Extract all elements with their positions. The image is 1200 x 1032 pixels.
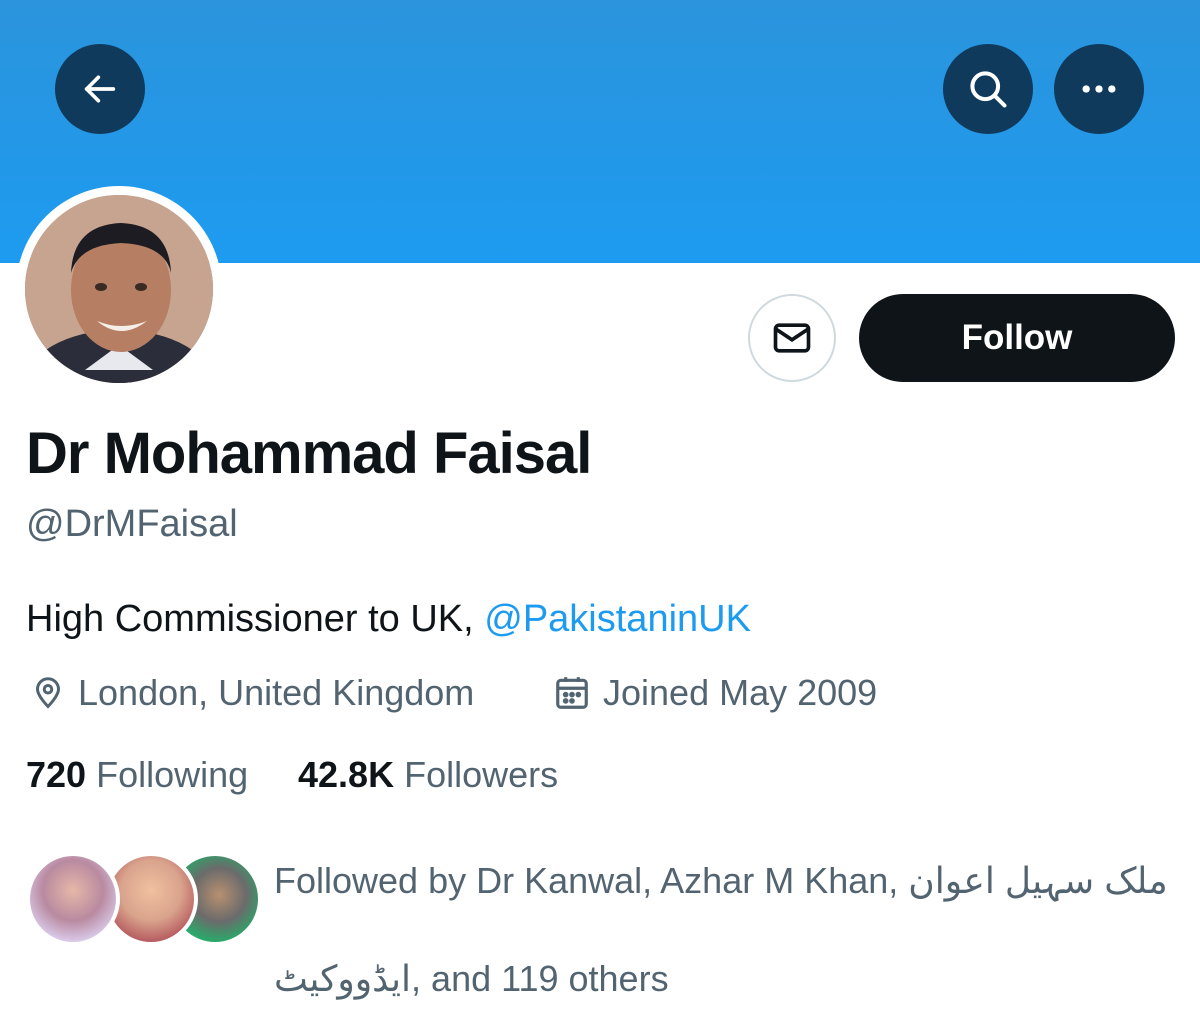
- follow-button[interactable]: Follow: [859, 294, 1175, 382]
- followers-label: Followers: [404, 754, 559, 795]
- profile-handle: @DrMFaisal: [26, 503, 238, 545]
- arrow-left-icon: [84, 75, 116, 103]
- followers-link[interactable]: 42.8K Followers: [298, 754, 558, 796]
- message-button[interactable]: [748, 294, 836, 382]
- profile-joined: Joined May 2009: [553, 672, 877, 714]
- profile-location: London, United Kingdom: [30, 672, 474, 714]
- following-link[interactable]: 720 Following: [26, 754, 248, 796]
- followers-count: 42.8K: [298, 754, 395, 795]
- more-horizontal-icon: [1082, 85, 1116, 93]
- profile-name: Dr Mohammad Faisal: [26, 421, 592, 486]
- mail-icon: [773, 323, 811, 353]
- location-text: London, United Kingdom: [78, 672, 475, 713]
- following-label: Following: [96, 754, 249, 795]
- back-button[interactable]: [55, 44, 145, 134]
- profile-avatar[interactable]: [16, 186, 222, 392]
- location-pin-icon: [35, 677, 61, 709]
- search-button[interactable]: [943, 44, 1033, 134]
- more-button[interactable]: [1054, 44, 1144, 134]
- followed-by-text[interactable]: Followed by Dr Kanwal, Azhar M Khan, ملک…: [274, 832, 1174, 1028]
- profile-bio: High Commissioner to UK, @PakistaninUK: [26, 598, 751, 641]
- avatar-image: [25, 195, 213, 383]
- following-count: 720: [26, 754, 87, 795]
- bio-mention-link[interactable]: @PakistaninUK: [484, 598, 751, 640]
- bio-text: High Commissioner to UK,: [26, 598, 485, 640]
- joined-text: Joined May 2009: [603, 672, 878, 713]
- avatar-portrait: [25, 195, 213, 383]
- follower-avatar: [26, 852, 120, 946]
- calendar-icon: [556, 677, 588, 709]
- search-icon: [970, 71, 1007, 108]
